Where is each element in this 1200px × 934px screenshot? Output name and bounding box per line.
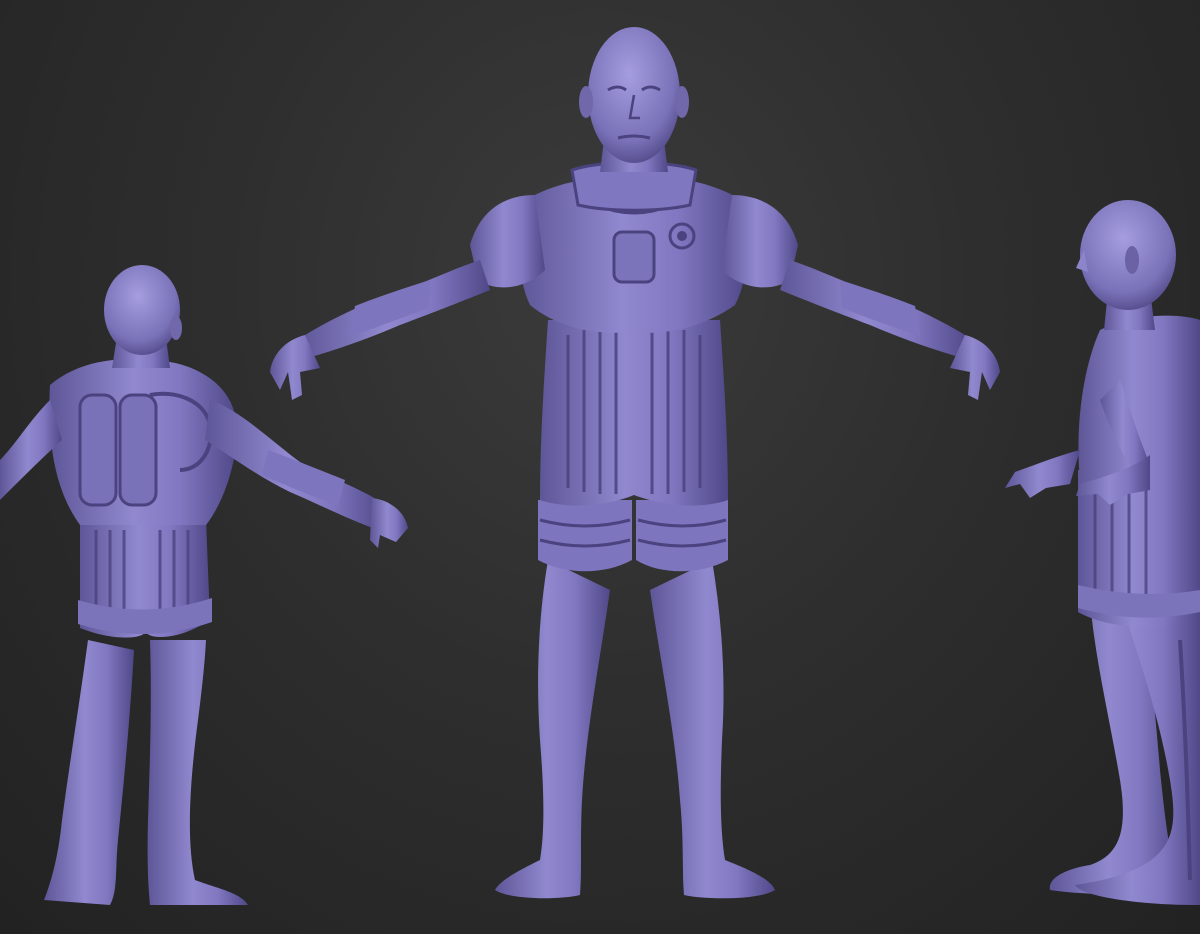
figure-side-view	[1005, 200, 1200, 905]
model-turnaround	[0, 27, 1200, 905]
figure-front-view	[270, 27, 1000, 899]
figure-back-view	[0, 265, 408, 905]
sculpt-viewport[interactable]	[0, 0, 1200, 934]
